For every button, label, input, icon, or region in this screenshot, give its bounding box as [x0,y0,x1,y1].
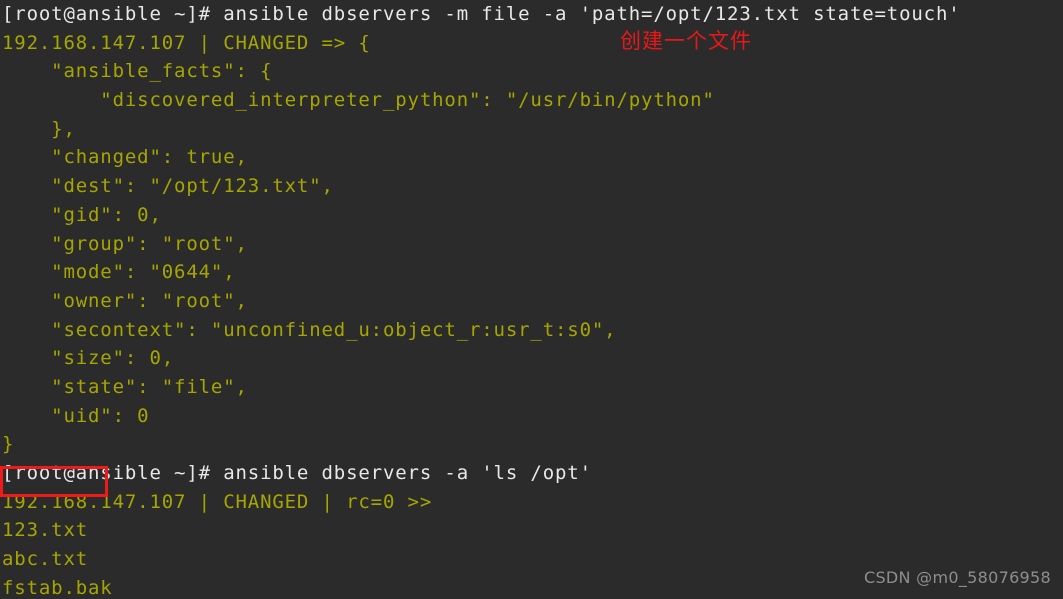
terminal-line-output: "changed": true, [2,146,248,169]
terminal-screen[interactable]: [root@ansible ~]# ansible dbservers -m f… [2,0,1063,599]
terminal-line-command-2: [root@ansible ~]# ansible dbservers -a '… [2,462,592,484]
terminal-line-output: "size": 0, [2,347,175,370]
terminal-line-output: "discovered_interpreter_python": "/usr/b… [2,89,715,112]
terminal-line-output: "dest": "/opt/123.txt", [2,175,334,198]
terminal-line-file-123: 123.txt [2,519,89,542]
terminal-line-output: }, [2,117,76,140]
terminal-line-output: "state": "file", [2,375,248,398]
terminal-line-output: "secontext": "unconfined_u:object_r:usr_… [2,318,617,341]
terminal-line-output: "group": "root", [2,232,248,255]
terminal-window[interactable]: [root@ansible ~]# ansible dbservers -m f… [0,0,1063,599]
annotation-create-file-note: 创建一个文件 [620,29,752,53]
terminal-line-output: "owner": "root", [2,289,248,312]
terminal-line-output: 192.168.147.107 | CHANGED => { [2,31,371,54]
terminal-line-output: "ansible_facts": { [2,60,273,83]
terminal-line-output: } [2,433,15,456]
terminal-line-output: "mode": "0644", [2,261,236,284]
terminal-line-output: "gid": 0, [2,203,162,226]
csdn-watermark: CSDN @m0_58076958 [863,568,1051,588]
terminal-line-output: "uid": 0 [2,404,150,427]
terminal-line-command-1: [root@ansible ~]# ansible dbservers -m f… [2,3,961,25]
terminal-line-output: 192.168.147.107 | CHANGED | rc=0 >> [2,490,433,513]
